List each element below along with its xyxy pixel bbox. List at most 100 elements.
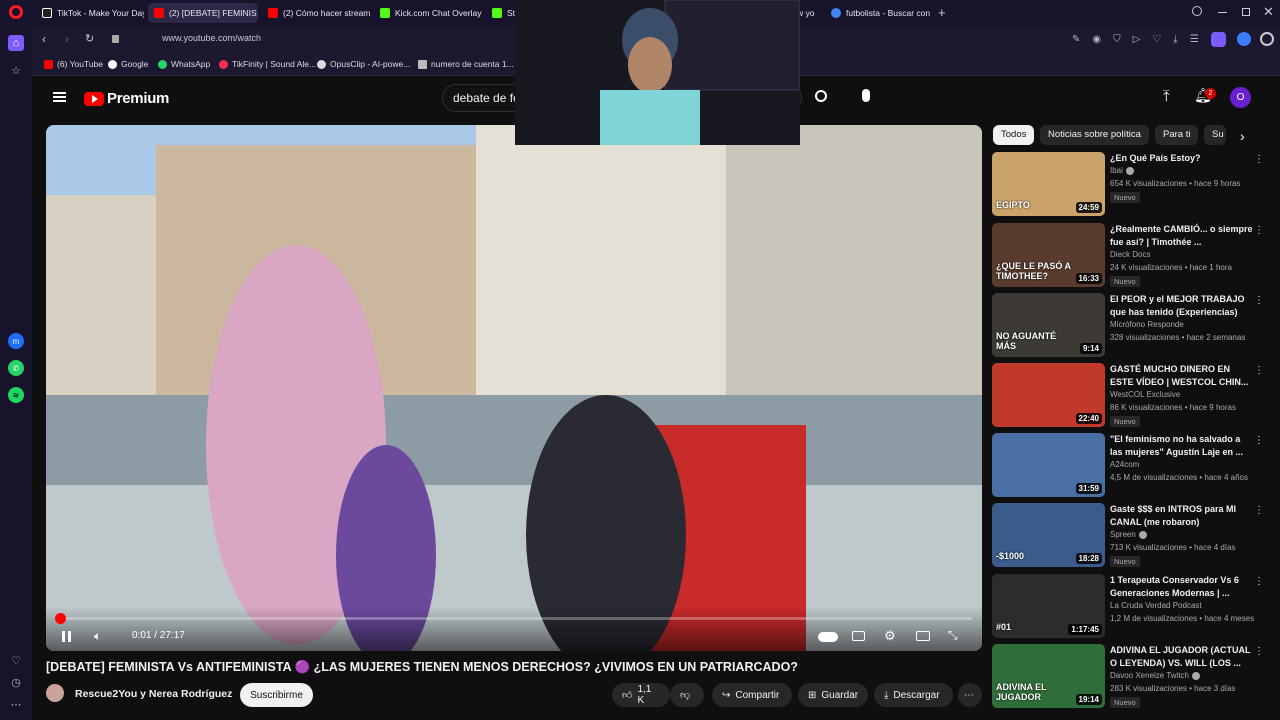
progress-bar[interactable] [55, 613, 972, 624]
video-thumbnail[interactable]: 31:59 [992, 433, 1105, 497]
recommended-video-title[interactable]: "El feminismo no ha salvado a las mujere… [1110, 433, 1254, 458]
recommended-video-title[interactable]: El PEOR y el MEJOR TRABAJO que has tenid… [1110, 293, 1254, 318]
recommended-video-title[interactable]: Gaste $$$ en INTROS para MI CANAL (me ro… [1110, 503, 1254, 528]
settings-gear-icon[interactable]: ⚙ [884, 628, 896, 644]
recommended-video[interactable]: #01 1:17:45 1 Terapeuta Conservador Vs 6 G… [992, 574, 1264, 638]
volume-icon[interactable]: 🔈︎ [94, 629, 101, 644]
camera-icon[interactable]: ◉ [1092, 34, 1101, 45]
heart-icon[interactable]: ♡ [8, 652, 24, 668]
video-thumbnail[interactable]: EGIPTO 24:59 [992, 152, 1105, 216]
recommended-channel[interactable]: WestCOL Exclusive [1110, 390, 1180, 399]
recommended-video-title[interactable]: ¿En Qué País Estoy? [1110, 152, 1254, 165]
recommended-channel[interactable]: La Cruda Verdad Podcast [1110, 601, 1202, 610]
recommended-video-title[interactable]: ¿Realmente CAMBIÓ... o siempre fue así? … [1110, 223, 1254, 248]
recommended-video[interactable]: EGIPTO 24:59 ¿En Qué País Estoy? Ibai 654 K … [992, 152, 1264, 216]
messenger-icon[interactable]: m [8, 333, 24, 349]
autoplay-toggle[interactable] [818, 632, 838, 642]
bookmark-tikfinity[interactable]: TikFinity | Sound Ale... [219, 59, 316, 69]
more-options-icon[interactable]: ⋮ [1254, 365, 1264, 376]
bookmark-youtube[interactable]: (6) YouTube [44, 59, 103, 69]
subscribe-button[interactable]: Suscribirme [240, 683, 313, 707]
more-icon[interactable]: ⋯ [8, 696, 24, 712]
recommended-video-title[interactable]: ADIVINA EL JUGADOR (ACTUAL O LEYENDA) VS… [1110, 644, 1254, 669]
video-thumbnail[interactable]: NO AGUANTÉ MÁS 9:14 [992, 293, 1105, 357]
recommended-video[interactable]: 22:40 GASTÉ MUCHO DINERO EN ESTE VÍDEO | … [992, 363, 1264, 427]
play-icon[interactable]: ▷ [1133, 34, 1141, 45]
recommended-channel[interactable]: Ibai [1110, 166, 1134, 175]
channel-avatar[interactable] [46, 684, 64, 702]
forward-icon[interactable]: › [65, 32, 69, 46]
download-button[interactable]: ⤓ Descargar [874, 683, 953, 707]
profile-icon[interactable] [1211, 32, 1226, 47]
fullscreen-icon[interactable]: ⤡ [948, 628, 958, 643]
recommended-video[interactable]: ADIVINA EL JUGADOR 19:14 ADIVINA EL JUGADO… [992, 644, 1264, 708]
channel-name[interactable]: Rescue2You y Nerea Rodríguez [75, 688, 232, 700]
whatsapp-icon[interactable]: ✆ [8, 360, 24, 376]
youtube-premium-logo[interactable]: Premium [84, 90, 169, 107]
share-button[interactable]: ↪ Compartir [712, 683, 792, 707]
more-options-icon[interactable]: ⋮ [1254, 505, 1264, 516]
browser-tab[interactable]: (2) Cómo hacer stream co [262, 3, 370, 23]
more-options-icon[interactable]: ⋮ [1254, 154, 1264, 165]
progress-scrubber[interactable] [55, 613, 66, 624]
video-thumbnail[interactable]: ¿QUE LE PASÓ A TIMOTHEE? 16:33 [992, 223, 1105, 287]
recommended-video[interactable]: 31:59 "El feminismo no ha salvado a las m… [992, 433, 1264, 497]
save-button[interactable]: ⊞ Guardar [798, 683, 868, 707]
opera-logo-icon[interactable] [9, 5, 23, 19]
star-icon[interactable]: ☆ [8, 62, 24, 78]
miniplayer-icon[interactable] [916, 631, 930, 641]
more-actions-button[interactable]: ⋯ [958, 683, 982, 707]
browser-tab[interactable]: TikTok - Make Your Day [36, 3, 144, 23]
extension-icon[interactable] [1237, 32, 1251, 46]
more-options-icon[interactable]: ⋮ [1254, 646, 1264, 657]
voice-search-icon[interactable] [862, 89, 870, 102]
download-icon[interactable]: ⤓ [1173, 34, 1177, 45]
like-button[interactable]: 👍︎ 1,1 K [612, 683, 670, 707]
close-window-button[interactable]: ✕ [1263, 4, 1274, 20]
bookmark-whatsapp[interactable]: WhatsApp [158, 59, 210, 69]
spotify-icon[interactable]: ≋ [8, 387, 24, 403]
edit-icon[interactable]: ✎ [1072, 34, 1080, 45]
video-thumbnail[interactable]: ADIVINA EL JUGADOR 19:14 [992, 644, 1105, 708]
browser-tab-active[interactable]: (2) [DEBATE] FEMINIS [148, 3, 258, 23]
more-options-icon[interactable]: ⋮ [1254, 576, 1264, 587]
browser-tab[interactable]: futbolista - Buscar con Go [825, 3, 933, 23]
video-player[interactable]: 🔈︎ 0:01 / 27:17 ⚙ ⤡ [46, 125, 982, 651]
settings-icon[interactable]: ☰ [1190, 34, 1199, 45]
more-options-icon[interactable]: ⋮ [1254, 295, 1264, 306]
chevron-right-icon[interactable]: › [1240, 128, 1245, 144]
recommended-video-title[interactable]: GASTÉ MUCHO DINERO EN ESTE VÍDEO | WESTC… [1110, 363, 1254, 388]
recommended-video[interactable]: ¿QUE LE PASÓ A TIMOTHEE? 16:33 ¿Realmente … [992, 223, 1264, 287]
minimize-button[interactable] [1218, 12, 1227, 13]
browser-tab[interactable]: Stre [486, 3, 516, 23]
chip-for-you[interactable]: Para ti [1155, 125, 1199, 145]
history-icon[interactable]: ◷ [8, 674, 24, 690]
video-thumbnail[interactable]: -$1000 18:28 [992, 503, 1105, 567]
heart-icon[interactable]: ♡ [1152, 34, 1161, 45]
search-tabs-icon[interactable] [1192, 6, 1202, 16]
bookmark-folder[interactable]: numero de cuenta 1... [418, 59, 514, 69]
shield-icon[interactable]: ⛉ [1113, 34, 1121, 45]
recommended-channel[interactable]: Micrófono Responde [1110, 320, 1184, 329]
extension-icons[interactable]: ✎ ◉ ⛉ ▷ ♡ ⤓ ☰ [1072, 34, 1199, 45]
video-thumbnail[interactable]: #01 1:17:45 [992, 574, 1105, 638]
pause-icon[interactable] [62, 631, 71, 642]
reload-icon[interactable]: ↻ [85, 32, 94, 45]
account-avatar[interactable]: O [1230, 87, 1251, 108]
menu-icon[interactable] [1260, 32, 1274, 46]
recommended-video[interactable]: NO AGUANTÉ MÁS 9:14 El PEOR y el MEJOR TRA… [992, 293, 1264, 357]
search-button-icon[interactable] [815, 90, 827, 102]
new-tab-button[interactable]: + [938, 5, 946, 20]
dislike-button[interactable]: 👎︎ [670, 683, 704, 707]
hamburger-menu-icon[interactable] [53, 92, 66, 102]
more-options-icon[interactable]: ⋮ [1254, 435, 1264, 446]
chip-all[interactable]: Todos [993, 125, 1035, 145]
maximize-button[interactable] [1242, 8, 1250, 16]
video-thumbnail[interactable]: 22:40 [992, 363, 1105, 427]
back-icon[interactable]: ‹ [42, 32, 46, 46]
recommended-channel[interactable]: Dieck Docs [1110, 250, 1150, 259]
subtitles-icon[interactable] [852, 631, 865, 641]
more-options-icon[interactable]: ⋮ [1254, 225, 1264, 236]
recommended-video-title[interactable]: 1 Terapeuta Conservador Vs 6 Generacione… [1110, 574, 1254, 599]
browser-tab[interactable]: Kick.com Chat Overlay [374, 3, 482, 23]
